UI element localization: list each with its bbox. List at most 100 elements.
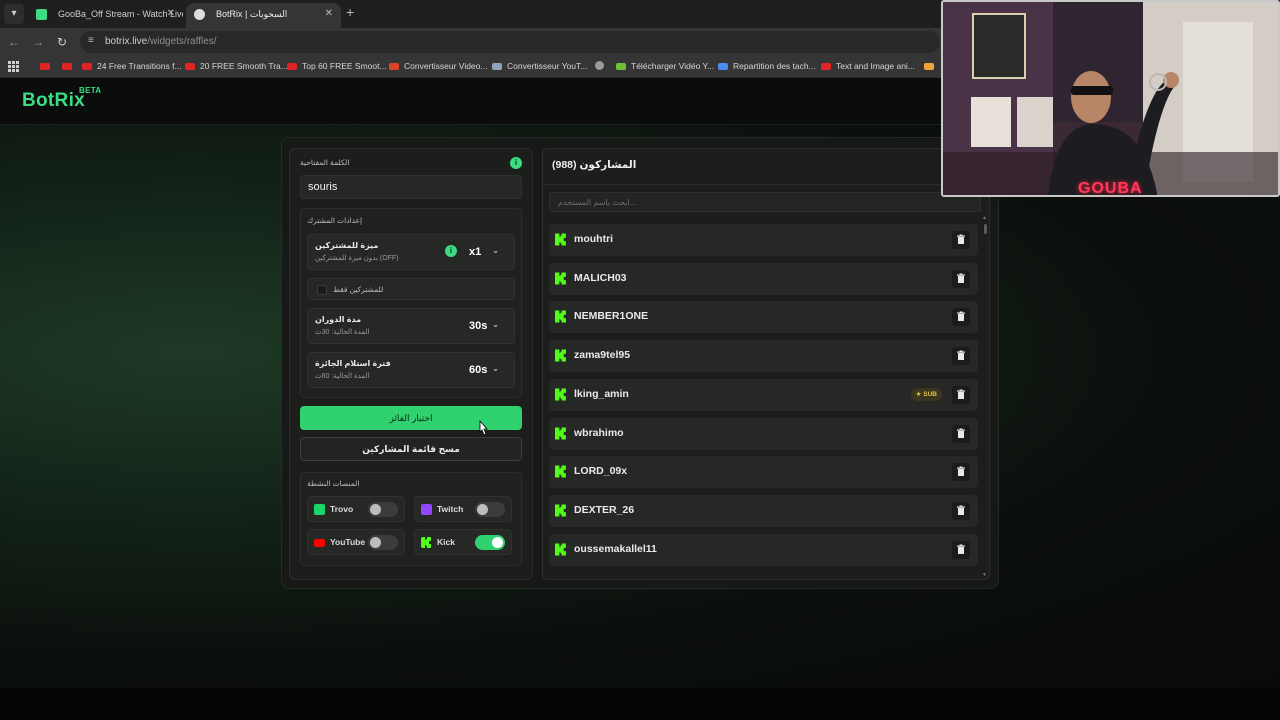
keyword-label: الكلمة المفتاحية [300,158,350,167]
delete-participant-trash-icon[interactable] [952,385,970,404]
tab-close-icon[interactable]: ✕ [167,3,175,25]
keyword-input[interactable]: souris [300,175,522,199]
subscribers-only-row[interactable]: للمشتركين فقط [307,278,515,300]
scroll-up-icon[interactable]: ▲ [982,215,987,221]
bookmark-item[interactable]: Convertisseur YouT... [492,61,587,71]
divider [543,184,990,185]
participant-row: mouhtri [549,224,978,256]
claim-period-title: فترة استلام الجائزة [315,359,391,368]
kick-toggle[interactable] [475,535,505,550]
delete-participant-trash-icon[interactable] [952,501,970,520]
tab-title: BotRix | السحوبات [216,9,288,19]
participant-row: MALICH03 [549,262,978,295]
url-host: botrix.live [105,36,148,47]
claim-period-subtitle: المدة الحالية: 60ث [315,373,370,380]
participant-row: zama9tel95 [549,340,978,373]
back-icon[interactable]: ← [6,34,22,50]
new-tab-icon[interactable]: + [346,4,354,20]
bookmark-item[interactable]: 20 FREE Smooth Tra... [185,61,288,71]
docs-icon [718,63,728,70]
apps-grid-icon[interactable] [8,61,19,72]
scroll-down-icon[interactable]: ▼ [982,572,987,578]
reload-icon[interactable]: ↻ [54,34,70,50]
delete-participant-trash-icon[interactable] [952,347,970,366]
spin-duration-select[interactable]: 30s ⌄ [463,317,505,337]
bookmark-item[interactable]: Text and Image ani... [821,61,915,71]
bookmark-item[interactable]: Télécharger Vidéo Y... [616,61,714,71]
chevron-down-icon: ⌄ [492,364,499,373]
twitch-toggle[interactable] [475,502,505,517]
bookmark-item[interactable]: Repartition des tach... [718,61,816,71]
chevron-down-icon: ⌄ [492,320,499,329]
info-icon[interactable]: i [445,245,457,257]
kick-icon [555,388,566,401]
subscribers-only-checkbox[interactable] [317,285,327,295]
webcam-name-overlay: GOUBA [1078,180,1143,197]
youtube-icon [821,63,831,70]
browser-tab-botrix[interactable]: BotRix | السحوبات ✕ [186,3,341,28]
delete-participant-trash-icon[interactable] [952,463,970,482]
pick-winner-button[interactable]: اختيار الفائز [300,406,522,430]
participant-username: wbrahimo [574,426,624,439]
bookmark-label: Télécharger Vidéo Y... [631,61,715,71]
participant-search-input[interactable]: ابحث باسم المستخدم... [549,192,981,212]
bookmark-label: Text and Image ani... [836,61,915,71]
platform-name: Trovo [330,504,354,514]
tab-close-icon[interactable]: ✕ [325,3,333,25]
bookmark-item[interactable]: Top 60 FREE Smoot... [287,61,387,71]
platform-kick: Kick [414,529,512,555]
delete-participant-trash-icon[interactable] [952,231,970,249]
bookmark-label: 24 Free Transitions f... [97,61,182,71]
browser-tab-stream[interactable]: GooBa_Off Stream - Watch Live ✕ [28,3,183,28]
info-icon[interactable]: i [510,157,522,169]
kick-icon [555,349,566,362]
participant-username: mouhtri [574,233,614,245]
tab-search-menu-icon[interactable]: ▾ [4,4,24,24]
clear-participants-button[interactable]: مسح قائمة المشاركين [300,437,522,461]
trovo-toggle[interactable] [368,502,398,517]
spin-duration-row: مدة الدوران المدة الحالية: 30ث 30s ⌄ [307,308,515,344]
kick-icon [555,465,566,478]
platform-twitch: Twitch [414,496,512,522]
bookmark-globe-icon[interactable] [595,61,609,71]
bookmark-youtube-icon[interactable] [62,61,77,71]
sub-advantage-subtitle: بدون ميزة للمشتركين (OFF) [315,255,399,262]
bookmark-label: 20 FREE Smooth Tra... [200,61,288,71]
bookmark-audio-icon[interactable] [924,61,939,71]
botrix-logo[interactable]: BotRix BETA [22,86,101,112]
active-platforms-label: المنصات النشطة [307,479,360,488]
bookmark-label: Top 60 FREE Smoot... [302,61,387,71]
sub-advantage-title: ميزة للمشتركين [315,241,379,250]
beta-badge: BETA [79,86,102,95]
bookmark-label: Convertisseur Video... [404,61,488,71]
url-text: botrix.live/widgets/raffles/ [105,36,217,47]
platform-name: Kick [437,537,455,547]
claim-period-select[interactable]: 60s ⌄ [463,361,505,381]
platform-trovo: Trovo [307,496,405,522]
youtube-icon [314,539,325,547]
url-input[interactable]: ≡ botrix.live/widgets/raffles/ [80,31,940,53]
mouse-cursor-icon [479,420,488,436]
delete-participant-trash-icon[interactable] [952,540,970,559]
delete-participant-trash-icon[interactable] [952,269,970,288]
forward-icon[interactable]: → [30,34,46,50]
sub-advantage-select[interactable]: x1 ⌄ [463,243,505,263]
kick-icon [555,504,566,517]
participants-title: المشاركون (988) [552,159,637,171]
bookmark-label: Convertisseur YouT... [507,61,588,71]
youtube-toggle[interactable] [368,535,398,550]
bookmark-item[interactable]: Convertisseur Video... [389,61,487,71]
delete-participant-trash-icon[interactable] [952,308,970,327]
bookmark-item[interactable]: 24 Free Transitions f... [82,61,182,71]
scrollbar-thumb[interactable] [984,224,987,234]
subscribers-only-label: للمشتركين فقط [333,285,384,294]
tab-title: GooBa_Off Stream - Watch Live [58,9,183,19]
kick-icon [555,272,566,285]
converter-icon [492,63,502,70]
delete-participant-trash-icon[interactable] [952,424,970,443]
site-info-icon[interactable]: ≡ [88,35,94,46]
participant-username: zama9tel95 [574,349,631,362]
participant-username: LORD_09x [574,465,628,478]
logo-text: BotRix [22,90,86,111]
bookmark-youtube-icon[interactable] [40,61,55,71]
